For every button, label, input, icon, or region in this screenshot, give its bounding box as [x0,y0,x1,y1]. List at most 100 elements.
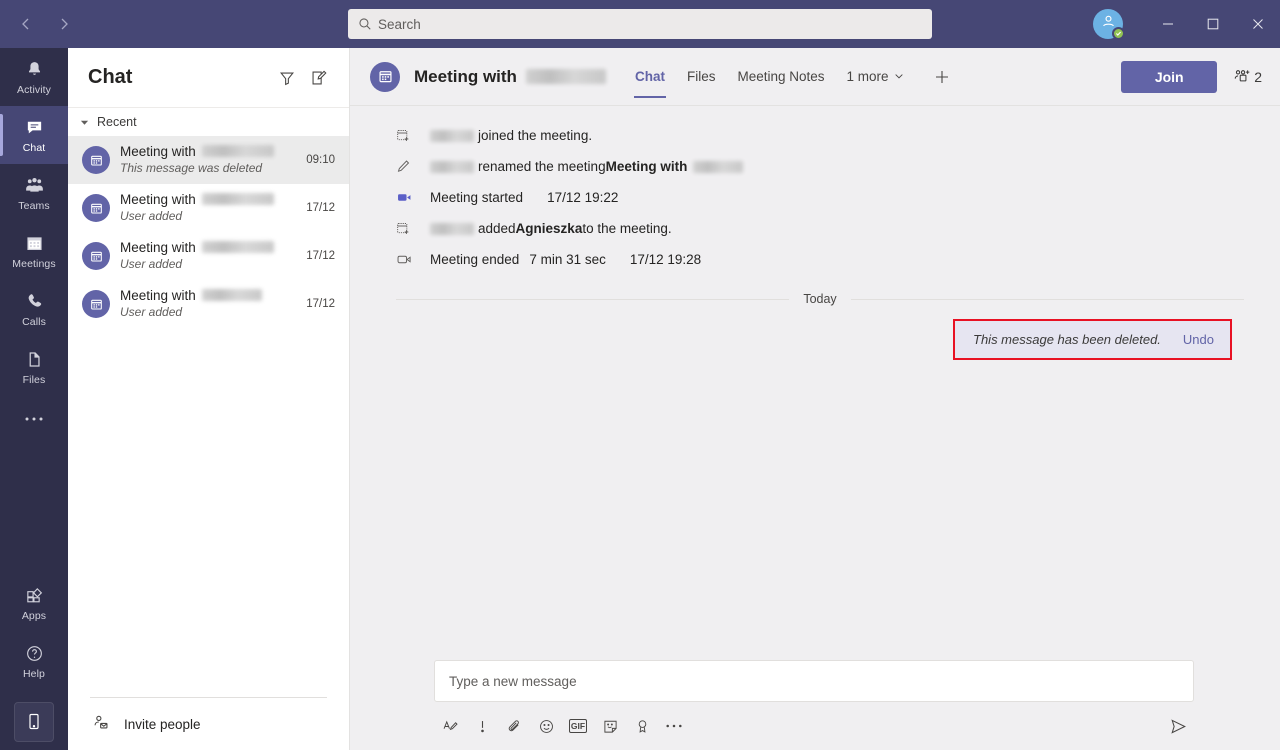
redacted-name [693,160,744,173]
system-message-text: joined the meeting. [430,128,592,143]
list-item-title: Meeting with [120,288,300,303]
join-button[interactable]: Join [1121,60,1218,93]
list-item-title: Meeting with [120,240,300,255]
system-message-body-suffix: to the meeting. [582,221,672,236]
sidebar-item-help[interactable]: Help [0,632,68,690]
sidebar-item-label: Calls [22,315,46,328]
video-off-icon [396,251,418,268]
system-message-body: added [478,221,516,236]
list-item[interactable]: Meeting with User added 17/12 [68,232,349,280]
calendar-add-icon [396,128,418,143]
added-person-name: Agnieszka [515,221,583,236]
back-arrow-icon[interactable] [10,8,42,40]
sidebar-item-apps[interactable]: Apps [0,574,68,632]
list-item-body: Meeting with User added [120,240,300,273]
list-item-body: Meeting with This message was deleted [120,144,300,177]
sidebar-item-files[interactable]: Files [0,338,68,396]
tab-more-dropdown[interactable]: 1 more [836,48,915,106]
divider-line-right [850,298,1245,300]
sticker-icon[interactable] [594,710,626,742]
system-message-time: 17/12 19:28 [629,252,702,267]
conversation-panel: Meeting with Chat Files Meeting Notes 1 … [350,48,1280,750]
chat-list-panel: Chat Recent Meeting with This message wa… [68,48,350,750]
redacted-name [201,289,262,301]
forward-arrow-icon[interactable] [48,8,80,40]
tab-label: Chat [634,69,665,84]
important-icon[interactable] [466,710,498,742]
system-message: Meeting ended 7 min 31 sec 17/12 19:28 [396,244,1244,275]
sidebar-more-button[interactable] [0,396,68,442]
tab-label: Files [686,69,716,84]
system-message-body: Meeting ended [430,252,520,267]
format-icon[interactable] [434,710,466,742]
maximize-button[interactable] [1190,0,1235,48]
gif-icon[interactable]: GIF [569,719,587,733]
rail-bottom-group: Apps Help [0,574,68,750]
recent-group-header[interactable]: Recent [68,108,349,136]
sidebar-item-chat[interactable]: Chat [0,106,68,164]
tab-more-label: 1 more [846,69,889,84]
deleted-message-row: This message has been deleted. Undo [396,319,1244,360]
message-composer: Type a new message GIF [350,660,1280,750]
apps-icon [25,585,44,607]
sidebar-item-activity[interactable]: Activity [0,48,68,106]
close-button[interactable] [1235,0,1280,48]
undo-link[interactable]: Undo [1183,332,1214,347]
redacted-name [201,193,274,205]
sidebar-item-teams[interactable]: Teams [0,164,68,222]
system-message-body: joined the meeting. [478,128,593,143]
calendar-icon [82,194,110,222]
deleted-message-bubble: This message has been deleted. Undo [955,321,1230,358]
page-title: Chat [88,66,133,88]
praise-icon[interactable] [626,710,658,742]
invite-people-button[interactable]: Invite people [68,698,350,750]
attach-icon[interactable] [498,710,530,742]
send-icon[interactable] [1162,710,1194,742]
search-input[interactable]: Search [348,9,932,39]
conversation-tabs: Chat Files Meeting Notes 1 more [624,48,957,106]
annotation-highlight: This message has been deleted. Undo [953,319,1232,360]
list-item[interactable]: Meeting with User added 17/12 [68,280,349,328]
system-message-time: 17/12 19:22 [547,190,619,205]
sidebar-item-meetings[interactable]: Meetings [0,222,68,280]
chat-icon [25,117,44,139]
system-message: added Agnieszka to the meeting. [396,213,1244,244]
calendar-add-icon [396,221,418,236]
sidebar-item-label: Activity [16,83,52,96]
invite-people-label: Invite people [124,716,201,732]
avatar[interactable] [1093,9,1125,40]
tab-chat[interactable]: Chat [624,48,676,106]
message-input[interactable]: Type a new message [434,660,1194,702]
system-message-body: Meeting started [430,190,524,205]
download-mobile-app-button[interactable] [14,702,54,742]
emoji-icon[interactable] [530,710,562,742]
list-item[interactable]: Meeting with User added 17/12 [68,184,349,232]
list-item-preview: User added [120,208,183,223]
tab-files[interactable]: Files [676,48,727,106]
sidebar-item-calls[interactable]: Calls [0,280,68,338]
conversation-header-actions: Join 2 [1121,60,1280,93]
day-divider-label: Today [803,292,837,306]
list-item-time: 09:10 [306,154,335,166]
filter-icon[interactable] [271,62,303,94]
tab-meeting-notes[interactable]: Meeting Notes [726,48,835,106]
recent-label: Recent [97,115,137,129]
sidebar-item-label: Teams [18,199,50,212]
add-people-button[interactable]: 2 [1233,67,1262,86]
meeting-avatar-calendar-icon [370,61,400,92]
help-icon [25,643,44,665]
redacted-name [430,129,474,142]
add-tab-button[interactable] [927,62,957,92]
system-message: renamed the meeting Meeting with [396,151,1244,182]
phone-icon [25,291,44,313]
system-message-text: Meeting started 17/12 19:22 [430,190,618,205]
list-item-time: 17/12 [306,298,335,310]
chevron-down-icon [894,69,904,84]
calendar-icon [25,233,44,255]
compose-icon[interactable] [303,62,335,94]
minimize-button[interactable] [1145,0,1190,48]
calendar-icon [82,242,110,270]
list-item-title-text: Meeting with [120,287,196,303]
list-item[interactable]: Meeting with This message was deleted 09… [68,136,349,184]
more-icon[interactable] [658,710,690,742]
